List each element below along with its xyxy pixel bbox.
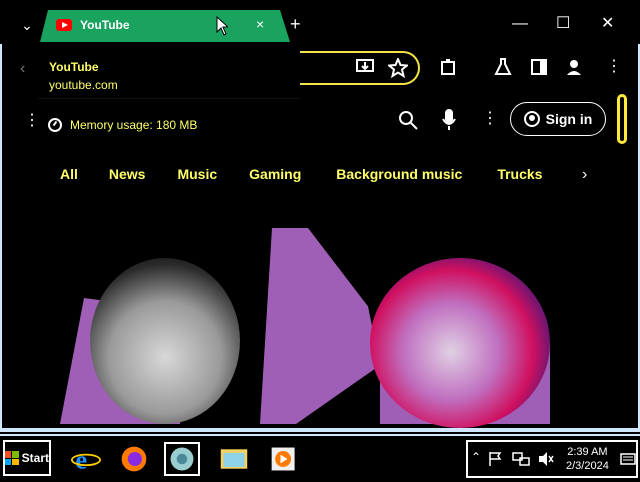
memory-usage-text: Memory usage: 180 MB [70, 118, 198, 132]
memory-usage: Memory usage: 180 MB [48, 118, 197, 132]
svg-text:e: e [75, 445, 87, 475]
gauge-icon [48, 118, 62, 132]
chip-background-music[interactable]: Background music [336, 166, 462, 182]
chrome-taskbar-icon[interactable] [164, 442, 200, 476]
windows-logo-icon [5, 451, 19, 465]
show-hidden-icons-icon[interactable]: ⌃ [471, 450, 481, 464]
youtube-menu-icon[interactable]: ⋮ [24, 110, 40, 130]
sign-in-button[interactable]: Sign in [510, 102, 606, 136]
install-app-icon[interactable] [356, 58, 376, 76]
video-thumbnail[interactable] [60, 228, 560, 428]
sign-in-label: Sign in [545, 111, 593, 127]
category-chips: All News Music Gaming Background music T… [60, 166, 576, 182]
media-player-icon[interactable] [266, 442, 302, 476]
file-explorer-icon[interactable] [216, 442, 252, 476]
clock-date: 2/3/2024 [566, 460, 609, 472]
tab-close-icon[interactable]: × [256, 16, 264, 32]
hovercard-title: YouTube [49, 60, 99, 74]
new-tab-button[interactable]: + [290, 13, 301, 35]
mouse-cursor-icon [216, 16, 228, 36]
tab-search-button[interactable]: ⌄ [14, 14, 40, 36]
start-button[interactable]: Start [3, 440, 51, 476]
start-label: Start [21, 451, 49, 465]
extensions-icon[interactable] [440, 58, 458, 76]
volume-muted-icon[interactable] [538, 451, 554, 467]
firefox-icon[interactable] [116, 442, 152, 476]
chip-all[interactable]: All [60, 166, 78, 182]
account-icon [523, 111, 540, 127]
clock-time: 2:39 AM [567, 446, 608, 458]
tab-hovercard: YouTube youtube.com [38, 50, 300, 99]
hovercard-url: youtube.com [49, 78, 118, 92]
chip-gaming[interactable]: Gaming [249, 166, 301, 182]
network-icon[interactable] [512, 451, 530, 467]
profile-icon[interactable] [565, 58, 583, 76]
search-icon[interactable] [398, 110, 418, 130]
window-bottom-border [0, 428, 640, 432]
bookmark-star-icon[interactable] [388, 58, 408, 78]
minimize-button[interactable]: — [512, 13, 528, 35]
flag-icon[interactable] [488, 451, 504, 467]
clock[interactable]: 2:39 AM 2/3/2024 [566, 445, 609, 473]
back-button[interactable]: ‹ [20, 60, 25, 78]
keyboard-icon[interactable] [620, 451, 636, 467]
youtube-settings-icon[interactable]: ⋮ [482, 108, 498, 128]
chrome-menu-icon[interactable]: ⋮ [606, 56, 622, 76]
scrollbar-thumb[interactable] [617, 94, 627, 144]
microphone-icon[interactable] [442, 108, 456, 132]
tab-title: YouTube [80, 18, 130, 32]
tab-youtube[interactable]: YouTube × [40, 10, 290, 42]
side-panel-icon[interactable] [530, 58, 548, 76]
chip-music[interactable]: Music [177, 166, 217, 182]
internet-explorer-icon[interactable]: e [68, 442, 104, 476]
chip-news[interactable]: News [109, 166, 146, 182]
maximize-button[interactable]: ☐ [556, 13, 570, 35]
chips-next-arrow-icon[interactable]: › [582, 166, 587, 184]
youtube-favicon-icon [56, 19, 72, 31]
labs-flask-icon[interactable] [494, 58, 512, 76]
person-right [370, 258, 550, 428]
close-window-button[interactable]: ✕ [601, 13, 614, 35]
chip-trucks[interactable]: Trucks [497, 166, 542, 182]
person-left [90, 258, 240, 424]
